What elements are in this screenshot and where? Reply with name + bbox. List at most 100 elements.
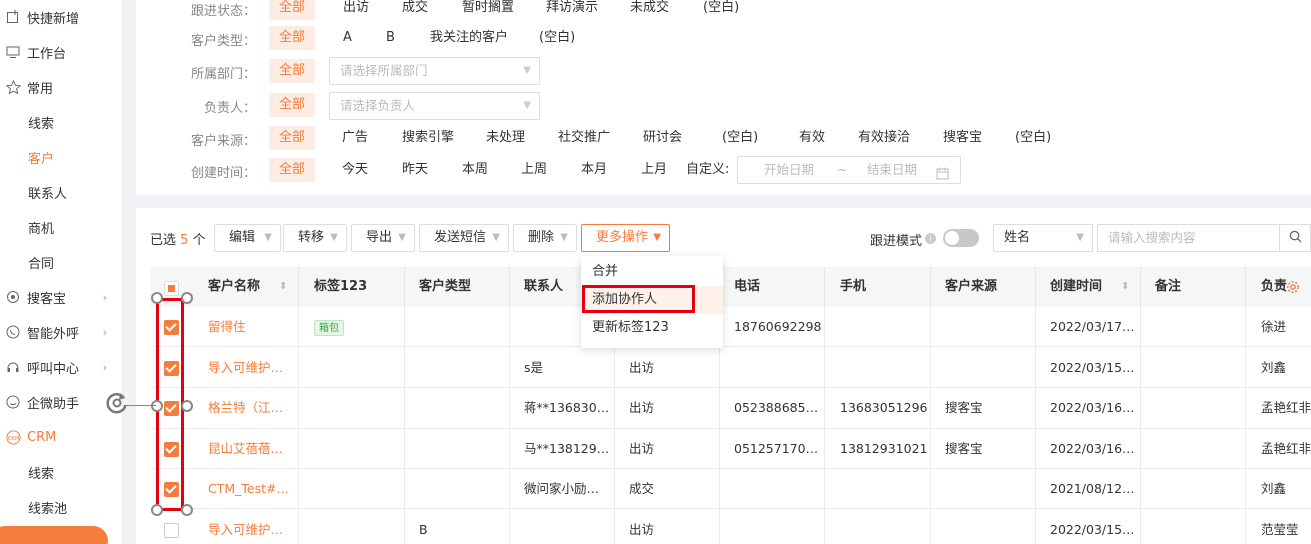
filter-option[interactable]: 拜访演示: [546, 0, 598, 20]
col-header-name[interactable]: 客户名称: [208, 267, 260, 307]
filter-option[interactable]: 本月: [581, 158, 607, 182]
search-field-value: 姓名: [1004, 230, 1031, 245]
sidebar-item-quick-add[interactable]: 快捷新增: [0, 0, 123, 34]
filter-option[interactable]: 今天: [342, 158, 368, 182]
col-header-created[interactable]: 创建时间: [1050, 267, 1102, 307]
filter-option[interactable]: 广告: [342, 126, 368, 150]
delete-button[interactable]: 删除 ▼: [513, 224, 577, 252]
customer-name-link[interactable]: 导入可维护…: [208, 510, 283, 544]
search-input[interactable]: 请输入搜索内容: [1097, 224, 1279, 252]
filter-option-all[interactable]: 全部: [269, 26, 316, 50]
filter-option[interactable]: A: [343, 26, 352, 50]
owner-select[interactable]: 请选择负责人 ▼: [329, 92, 540, 120]
customer-name-link[interactable]: 留得住: [208, 307, 246, 347]
sidebar-item-workbench[interactable]: 工作台: [0, 35, 123, 69]
filter-option[interactable]: 上月: [641, 158, 667, 182]
sidebar-item-call-center[interactable]: 呼叫中心 ›: [0, 350, 123, 384]
customer-name-link[interactable]: 格兰特（江…: [208, 388, 283, 428]
filter-option[interactable]: (空白): [1015, 126, 1051, 150]
resize-handle[interactable]: [181, 292, 193, 304]
sidebar-item-soukebao[interactable]: 搜客宝 ›: [0, 280, 123, 314]
department-select[interactable]: 请选择所属部门 ▼: [329, 57, 540, 85]
customer-name-link[interactable]: 昆山艾蓓蓓…: [208, 429, 283, 469]
sidebar-bottom-button[interactable]: [0, 526, 108, 544]
edit-button[interactable]: 编辑 ▼: [214, 224, 281, 252]
filter-option-all[interactable]: 全部: [269, 93, 316, 117]
table-row[interactable]: [150, 469, 1311, 509]
row-checkbox[interactable]: [164, 523, 179, 538]
filter-option[interactable]: 有效接洽: [858, 126, 910, 150]
filter-option[interactable]: 搜客宝: [943, 126, 982, 150]
filter-option[interactable]: 未处理: [486, 126, 525, 150]
more-actions-button[interactable]: 更多操作 ▼: [581, 224, 670, 252]
source-cell: 搜客宝: [945, 441, 983, 456]
menu-item-merge[interactable]: 合并: [581, 258, 723, 286]
filter-option-all[interactable]: 全部: [269, 0, 316, 20]
col-header-note[interactable]: 备注: [1155, 267, 1181, 307]
filter-option-all[interactable]: 全部: [269, 59, 316, 83]
mobile-cell: 13683051296: [840, 400, 928, 415]
filter-option[interactable]: 暂时搁置: [462, 0, 514, 20]
sidebar-item-crm[interactable]: CRM CRM: [0, 420, 123, 454]
search-field-select[interactable]: 姓名 ▼: [993, 224, 1093, 252]
filter-option[interactable]: (空白): [539, 26, 575, 50]
transfer-button[interactable]: 转移 ▼: [283, 224, 347, 252]
col-header-type[interactable]: 客户类型: [419, 267, 471, 307]
col-header-source[interactable]: 客户来源: [945, 267, 997, 307]
menu-item-update-tag[interactable]: 更新标签123: [581, 314, 723, 342]
filter-option[interactable]: 未成交: [630, 0, 669, 20]
sidebar-item-customers[interactable]: 客户: [0, 140, 123, 174]
filter-option[interactable]: 本周: [462, 158, 488, 182]
column-settings-icon[interactable]: [1286, 267, 1300, 307]
filter-option[interactable]: (空白): [722, 126, 758, 150]
filter-option[interactable]: 搜索引擎: [402, 126, 454, 150]
sidebar-item-contacts[interactable]: 联系人: [0, 175, 123, 209]
col-header-mobile[interactable]: 手机: [840, 267, 866, 307]
filter-option[interactable]: 成交: [402, 0, 428, 20]
table-row[interactable]: [150, 429, 1311, 469]
filter-option[interactable]: 上周: [521, 158, 547, 182]
filter-option[interactable]: 有效: [799, 126, 825, 150]
filter-option[interactable]: 我关注的客户: [430, 26, 508, 50]
resize-handle[interactable]: [151, 292, 163, 304]
col-header-contact[interactable]: 联系人: [524, 267, 563, 307]
filter-option-all[interactable]: 全部: [269, 126, 316, 150]
rotate-handle-icon[interactable]: [103, 389, 131, 417]
date-range-picker[interactable]: 开始日期 ~ 结束日期: [737, 156, 961, 184]
caret-down-icon: ▼: [492, 232, 500, 243]
resize-handle[interactable]: [181, 400, 193, 412]
resize-handle[interactable]: [151, 400, 163, 412]
sidebar-item-leads[interactable]: 线索: [0, 105, 123, 139]
sidebar-item-smart-call[interactable]: 智能外呼 ›: [0, 315, 123, 349]
filter-option-all[interactable]: 全部: [269, 158, 316, 182]
col-header-owner[interactable]: 负责: [1261, 267, 1287, 307]
resize-handle[interactable]: [151, 504, 163, 516]
customer-name-link[interactable]: CTM_Test#…: [208, 469, 289, 509]
table-row[interactable]: [150, 348, 1311, 388]
table-row[interactable]: [150, 510, 1311, 544]
sidebar-item-common[interactable]: 常用: [0, 70, 123, 104]
filter-option[interactable]: 社交推广: [558, 126, 610, 150]
sidebar-item-crm-leads[interactable]: 线索: [0, 455, 123, 489]
customer-name-link[interactable]: 导入可维护…: [208, 348, 283, 388]
search-button[interactable]: [1279, 224, 1311, 252]
filter-option[interactable]: B: [386, 26, 395, 50]
filter-option[interactable]: (空白): [703, 0, 739, 20]
sidebar-item-lead-pool[interactable]: 线索池: [0, 490, 123, 524]
select-all-checkbox[interactable]: [164, 281, 179, 296]
resize-handle[interactable]: [181, 504, 193, 516]
export-button[interactable]: 导出 ▼: [351, 224, 415, 252]
filter-option[interactable]: 昨天: [402, 158, 428, 182]
sort-icon[interactable]: ⬍: [279, 267, 287, 307]
follow-mode-toggle[interactable]: [943, 229, 979, 247]
sort-icon[interactable]: ⬍: [1121, 267, 1129, 307]
send-sms-button[interactable]: 发送短信 ▼: [419, 224, 509, 252]
table-row[interactable]: [150, 389, 1311, 429]
sidebar-item-opportunities[interactable]: 商机: [0, 210, 123, 244]
col-header-phone[interactable]: 电话: [734, 267, 760, 307]
col-header-tag[interactable]: 标签123: [314, 267, 367, 307]
filter-option[interactable]: 出访: [343, 0, 369, 20]
filter-option[interactable]: 研讨会: [643, 126, 682, 150]
sidebar-item-contracts[interactable]: 合同: [0, 245, 123, 279]
filter-label-customer-type: 客户类型：: [190, 34, 256, 49]
